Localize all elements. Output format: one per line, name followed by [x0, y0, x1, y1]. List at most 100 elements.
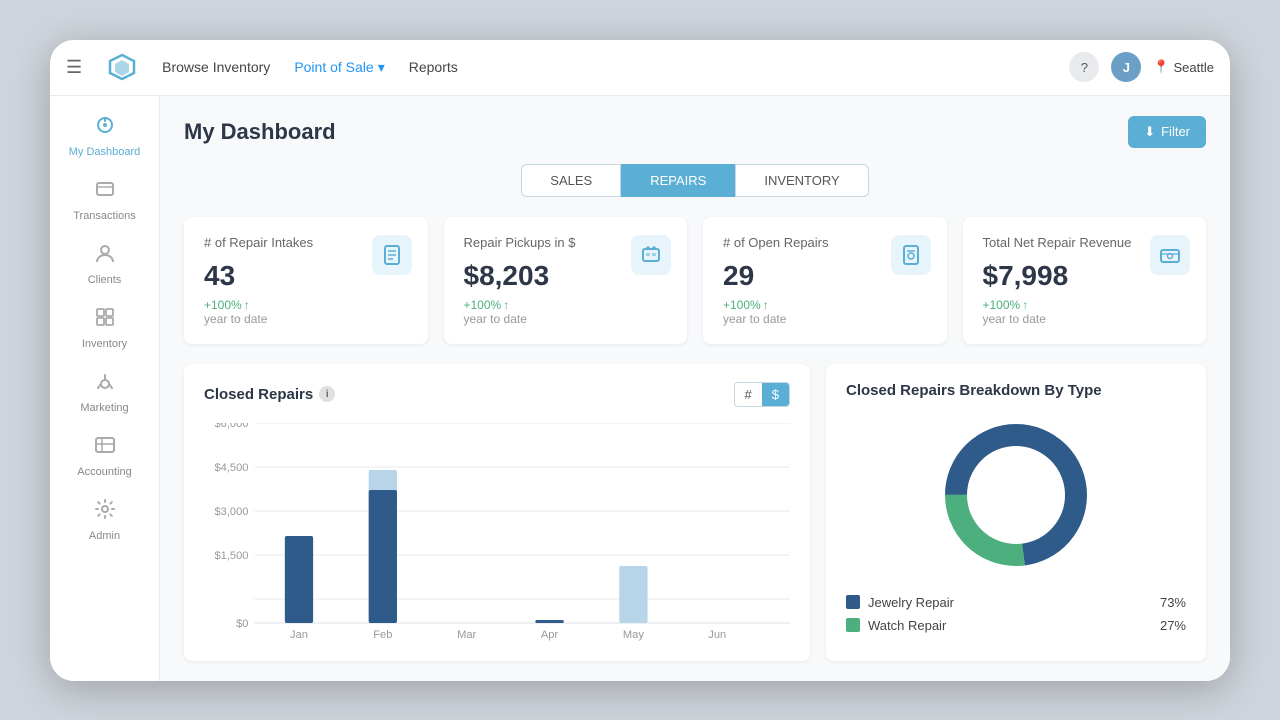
arrow-up-icon-4: ↑	[1022, 298, 1028, 312]
bar-chart-card: Closed Repairs i # $	[184, 364, 810, 661]
chart-title: Closed Repairs i	[204, 386, 335, 403]
legend-label-watch: Watch Repair	[868, 618, 1152, 633]
sidebar-label-transactions: Transactions	[73, 210, 136, 222]
donut-chart-card: Closed Repairs Breakdown By Type	[826, 364, 1206, 661]
stat-card-open-repairs: # of Open Repairs 29 +100% ↑ year to dat…	[703, 217, 947, 344]
stat-card-change-repair-intakes: +100% ↑	[204, 298, 408, 312]
legend-pct-jewelry: 73%	[1160, 595, 1186, 610]
tab-group: SALES REPAIRS INVENTORY	[184, 164, 1206, 197]
legend-color-jewelry	[846, 595, 860, 609]
sidebar-item-dashboard[interactable]: My Dashboard	[50, 104, 159, 168]
legend-item-jewelry: Jewelry Repair 73%	[846, 595, 1186, 610]
tab-inventory[interactable]: INVENTORY	[735, 164, 868, 197]
stat-card-period-net-revenue: year to date	[983, 312, 1187, 326]
content-header: My Dashboard ⬇ Filter	[184, 116, 1206, 148]
main-layout: My Dashboard Transactions	[50, 96, 1230, 681]
svg-text:May: May	[623, 629, 644, 641]
stat-card-icon-repair-pickups	[631, 235, 671, 275]
location-label: Seattle	[1174, 60, 1214, 75]
arrow-up-icon: ↑	[244, 298, 250, 312]
svg-text:$6,000: $6,000	[214, 423, 248, 430]
filter-icon: ⬇	[1144, 124, 1155, 140]
clients-icon	[94, 242, 116, 270]
stat-cards: # of Repair Intakes 43 +100% ↑ year to d…	[184, 217, 1206, 344]
chart-toggle: # $	[734, 382, 790, 407]
sidebar-item-inventory[interactable]: Inventory	[50, 296, 159, 360]
logo-icon	[106, 51, 138, 83]
stat-card-change-open-repairs: +100% ↑	[723, 298, 927, 312]
stat-card-change-repair-pickups: +100% ↑	[464, 298, 668, 312]
stat-card-change-net-revenue: +100% ↑	[983, 298, 1187, 312]
stat-card-icon-repair-intakes	[372, 235, 412, 275]
stat-card-repair-intakes: # of Repair Intakes 43 +100% ↑ year to d…	[184, 217, 428, 344]
nav-right: ? J 📍 Seattle	[1069, 52, 1214, 82]
bar-chart-area: $6,000 $4,500 $3,000 $1,500 $0	[204, 423, 790, 643]
sidebar-item-admin[interactable]: Admin	[50, 488, 159, 552]
svg-text:Mar: Mar	[457, 629, 476, 641]
browse-inventory-link[interactable]: Browse Inventory	[162, 59, 270, 75]
filter-button[interactable]: ⬇ Filter	[1128, 116, 1206, 148]
toggle-dollar-button[interactable]: $	[762, 383, 789, 406]
sidebar-label-clients: Clients	[88, 274, 122, 286]
sidebar-label-admin: Admin	[89, 530, 120, 542]
user-avatar[interactable]: J	[1111, 52, 1141, 82]
donut-legend: Jewelry Repair 73% Watch Repair 27%	[846, 595, 1186, 641]
accounting-icon	[94, 434, 116, 462]
stat-card-period-repair-pickups: year to date	[464, 312, 668, 326]
svg-text:$4,500: $4,500	[214, 462, 248, 474]
donut-svg	[936, 415, 1096, 575]
sidebar-item-marketing[interactable]: Marketing	[50, 360, 159, 424]
chevron-down-icon: ▾	[378, 59, 385, 76]
legend-color-watch	[846, 618, 860, 632]
stat-card-period-repair-intakes: year to date	[204, 312, 408, 326]
admin-icon	[94, 498, 116, 526]
bottom-section: Closed Repairs i # $	[184, 364, 1206, 661]
svg-text:$3,000: $3,000	[214, 506, 248, 518]
arrow-up-icon-2: ↑	[503, 298, 509, 312]
point-of-sale-link[interactable]: Point of Sale ▾	[294, 59, 384, 76]
sidebar-label-accounting: Accounting	[77, 466, 131, 478]
sidebar-item-clients[interactable]: Clients	[50, 232, 159, 296]
sidebar: My Dashboard Transactions	[50, 96, 160, 681]
dashboard-icon	[94, 114, 116, 142]
donut-chart-title: Closed Repairs Breakdown By Type	[846, 382, 1186, 399]
location-selector[interactable]: 📍 Seattle	[1153, 59, 1214, 75]
tab-sales[interactable]: SALES	[521, 164, 621, 197]
reports-link[interactable]: Reports	[409, 59, 458, 75]
stat-card-repair-pickups: Repair Pickups in $ $8,203 +100% ↑ year …	[444, 217, 688, 344]
sidebar-label-marketing: Marketing	[80, 402, 128, 414]
svg-text:Jun: Jun	[708, 629, 726, 641]
tab-repairs[interactable]: REPAIRS	[621, 164, 735, 197]
stat-card-net-revenue: Total Net Repair Revenue $7,998 +100% ↑ …	[963, 217, 1207, 344]
svg-text:$0: $0	[236, 618, 248, 630]
page-title: My Dashboard	[184, 119, 336, 145]
toggle-hash-button[interactable]: #	[735, 383, 762, 406]
bar-chart-svg: $6,000 $4,500 $3,000 $1,500 $0	[204, 423, 790, 643]
legend-label-jewelry: Jewelry Repair	[868, 595, 1152, 610]
device-frame: ☰ Browse Inventory Point of Sale ▾ Repor…	[50, 40, 1230, 681]
legend-pct-watch: 27%	[1160, 618, 1186, 633]
stat-card-icon-net-revenue	[1150, 235, 1190, 275]
top-nav: ☰ Browse Inventory Point of Sale ▾ Repor…	[50, 40, 1230, 96]
svg-text:Feb: Feb	[373, 629, 392, 641]
help-button[interactable]: ?	[1069, 52, 1099, 82]
chart-header: Closed Repairs i # $	[204, 382, 790, 407]
arrow-up-icon-3: ↑	[763, 298, 769, 312]
stat-card-icon-open-repairs	[891, 235, 931, 275]
sidebar-item-accounting[interactable]: Accounting	[50, 424, 159, 488]
main-content: My Dashboard ⬇ Filter SALES REPAIRS INVE…	[160, 96, 1230, 681]
donut-container: Jewelry Repair 73% Watch Repair 27%	[846, 415, 1186, 641]
transactions-icon	[94, 178, 116, 206]
location-pin-icon: 📍	[1153, 59, 1169, 75]
svg-text:$1,500: $1,500	[214, 550, 248, 562]
hamburger-icon[interactable]: ☰	[66, 57, 82, 78]
sidebar-label-dashboard: My Dashboard	[69, 146, 141, 158]
inventory-icon	[94, 306, 116, 334]
legend-item-watch: Watch Repair 27%	[846, 618, 1186, 633]
sidebar-item-transactions[interactable]: Transactions	[50, 168, 159, 232]
stat-card-period-open-repairs: year to date	[723, 312, 927, 326]
info-icon: i	[319, 386, 335, 402]
marketing-icon	[94, 370, 116, 398]
sidebar-label-inventory: Inventory	[82, 338, 127, 350]
svg-text:Jan: Jan	[290, 629, 308, 641]
